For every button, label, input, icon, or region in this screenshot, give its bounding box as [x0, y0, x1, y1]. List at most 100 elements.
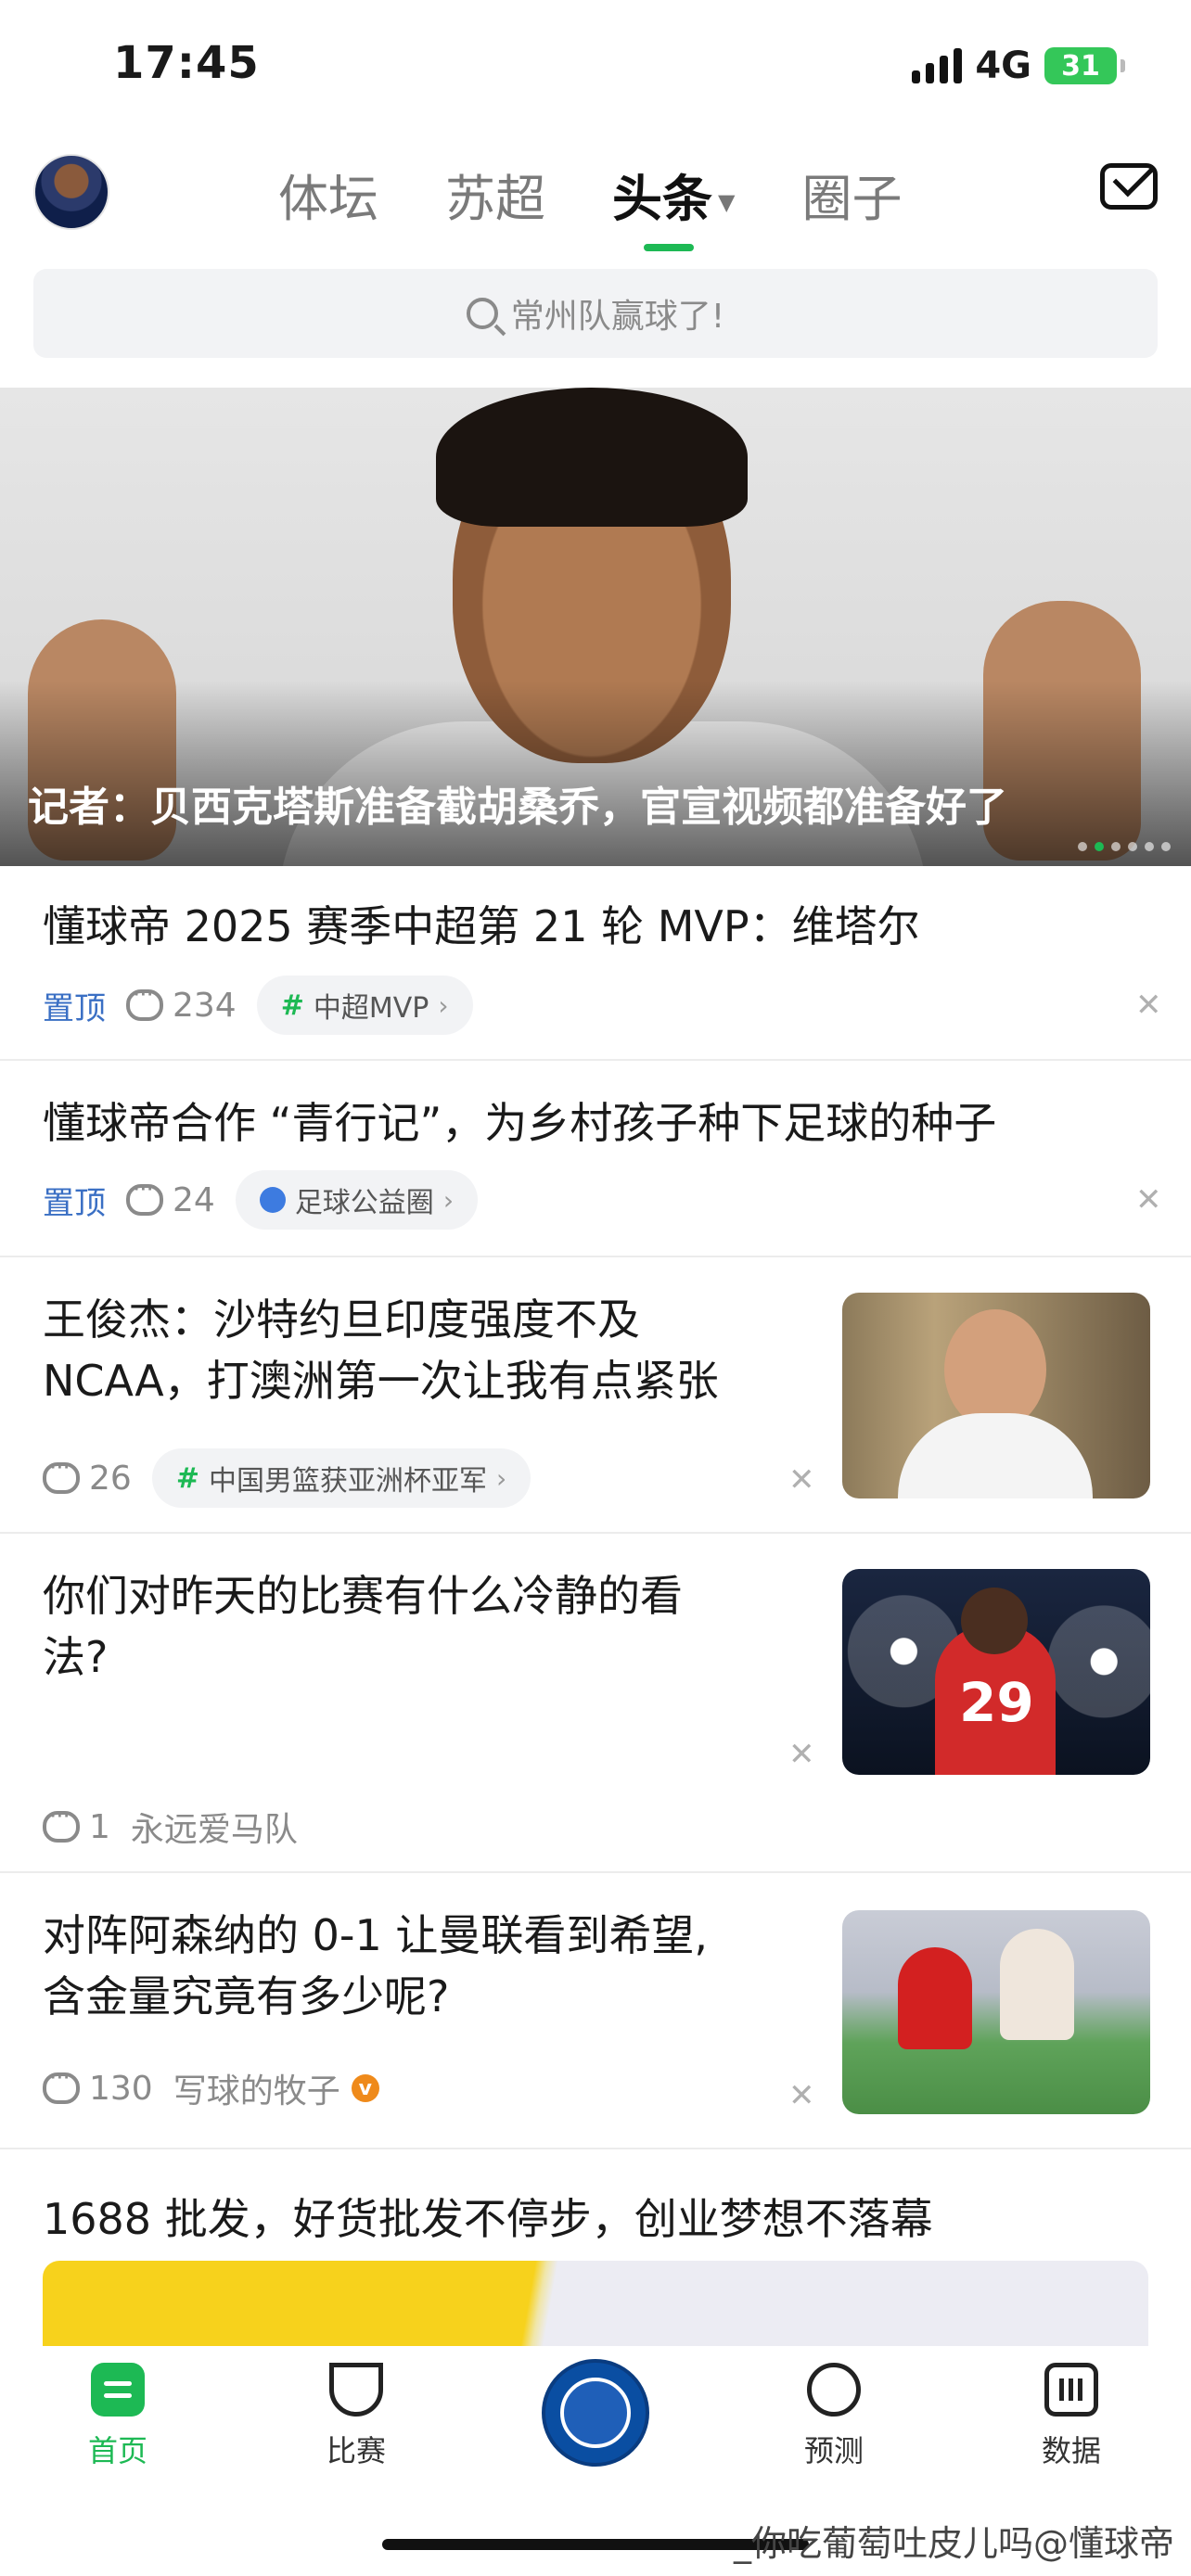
- banner-caption: 记者：贝西克塔斯准备截胡桑乔，官宣视频都准备好了: [28, 784, 1007, 831]
- carousel-dot[interactable]: [1078, 842, 1087, 851]
- planet-icon: [807, 2363, 861, 2417]
- topic-chip-label: 足球公益圈: [294, 1187, 434, 1219]
- search-placeholder: 常州队赢球了!: [510, 298, 725, 336]
- feed-item-title: 王俊杰：沙特约旦印度强度不及 NCAA，打澳洲第一次让我有点紧张: [43, 1289, 822, 1411]
- watermark: _你吃葡萄吐皮儿吗@懂球帝: [733, 2523, 1174, 2564]
- comment-count[interactable]: 130: [43, 2064, 153, 2108]
- ad-banner-image[interactable]: [43, 2261, 1148, 2346]
- comment-count-value: 1: [89, 1807, 110, 1846]
- feed-item[interactable]: 王俊杰：沙特约旦印度强度不及 NCAA，打澳洲第一次让我有点紧张 26 # 中国男…: [0, 1257, 1191, 1532]
- circle-group-icon: [259, 1187, 286, 1213]
- feed-item-meta: 置顶 234 # 中超MVP ›: [43, 976, 473, 1035]
- chevron-right-icon: ›: [438, 989, 449, 1021]
- dismiss-icon[interactable]: ✕: [788, 1736, 815, 1773]
- mail-icon[interactable]: [1100, 163, 1158, 210]
- dismiss-icon[interactable]: ✕: [788, 2077, 815, 2114]
- comment-count-value: 24: [173, 1180, 215, 1219]
- comment-count[interactable]: 1: [43, 1803, 110, 1846]
- nav-label: 数据: [1041, 2433, 1101, 2468]
- topic-chip[interactable]: 足球公益圈 ›: [235, 1170, 479, 1230]
- nav-home[interactable]: 首页: [53, 2363, 183, 2470]
- pinned-label: 置顶: [43, 1184, 106, 1222]
- feed-item-meta: 1 永远爱马队: [43, 1803, 298, 1851]
- feed-item-thumbnail[interactable]: [842, 1293, 1150, 1498]
- feed-item-ad[interactable]: 1688 批发，好货批发不停步，创业梦想不落幕: [0, 2149, 1191, 2346]
- user-avatar[interactable]: [33, 154, 109, 230]
- dismiss-icon[interactable]: ✕: [1135, 1181, 1162, 1218]
- feed-item[interactable]: 懂球帝合作 “青行记”，为乡村孩子种下足球的种子 置顶 24 足球公益圈› ✕: [0, 1061, 1191, 1256]
- nav-data[interactable]: 数据: [1006, 2363, 1136, 2470]
- feed-item-title: 1688 批发，好货批发不停步，创业梦想不落幕: [43, 2194, 933, 2244]
- feed-item-title: 懂球帝 2025 赛季中超第 21 轮 MVP：维塔尔: [43, 901, 920, 951]
- feed-item-meta: 置顶 24 足球公益圈›: [43, 1170, 479, 1230]
- feed-item-title-line: 王俊杰：沙特约旦印度强度不及: [43, 1294, 640, 1345]
- carousel-dot[interactable]: [1145, 842, 1154, 851]
- comment-count-value: 130: [89, 2069, 153, 2108]
- chevron-right-icon: ›: [495, 1462, 507, 1494]
- comment-icon: [126, 1176, 163, 1216]
- tab-quanzi[interactable]: 圈子: [801, 158, 902, 231]
- tab-toutiao[interactable]: 头条 ▼: [612, 158, 735, 251]
- feed-item-title: 对阵阿森纳的 0-1 让曼联看到希望, 含金量究竟有多少呢?: [43, 1905, 822, 2027]
- feed-item-meta: 130 写球的牧子 v: [43, 2064, 379, 2112]
- carousel-dot[interactable]: [1111, 842, 1121, 851]
- battery-level: 31: [1061, 49, 1100, 83]
- nav-label: 预测: [803, 2433, 864, 2468]
- tab-tiyuan[interactable]: 体坛: [278, 158, 378, 231]
- feed-item-title: 懂球帝合作 “青行记”，为乡村孩子种下足球的种子: [43, 1098, 997, 1148]
- feed-item[interactable]: 对阵阿森纳的 0-1 让曼联看到希望, 含金量究竟有多少呢? 130 写球的牧子…: [0, 1873, 1191, 2148]
- author-name[interactable]: 永远爱马队: [131, 1803, 298, 1851]
- feed-item-thumbnail[interactable]: [842, 1910, 1150, 2114]
- chelsea-badge-icon[interactable]: [542, 2359, 649, 2467]
- search-input[interactable]: 常州队赢球了!: [33, 269, 1158, 358]
- nav-label: 比赛: [326, 2433, 386, 2468]
- tab-label: 苏超: [445, 170, 545, 228]
- nav-matches[interactable]: 比赛: [291, 2363, 421, 2470]
- author-name[interactable]: 写球的牧子: [173, 2064, 340, 2112]
- topic-chip[interactable]: # 中超MVP ›: [256, 976, 473, 1035]
- tab-suchao[interactable]: 苏超: [445, 158, 545, 231]
- comment-icon: [43, 2064, 80, 2104]
- feed-item[interactable]: 懂球帝 2025 赛季中超第 21 轮 MVP：维塔尔 置顶 234 # 中超MV…: [0, 866, 1191, 1061]
- comment-icon: [43, 1454, 80, 1494]
- feed-item[interactable]: 你们对昨天的比赛有什么冷静的看 法? ✕ 29 1 永远爱马队: [0, 1534, 1191, 1871]
- feed-item-title: 你们对昨天的比赛有什么冷静的看 法?: [43, 1565, 822, 1688]
- top-tabs: 体坛 苏超 头条 ▼ 圈子: [278, 158, 902, 251]
- comment-count-value: 234: [173, 986, 237, 1025]
- hash-icon: #: [280, 988, 304, 1022]
- home-icon: [91, 2363, 145, 2417]
- topic-chip[interactable]: # 中国男篮获亚洲杯亚军 ›: [151, 1448, 531, 1508]
- status-time: 17:45: [113, 37, 260, 89]
- caret-down-icon[interactable]: ▼: [718, 189, 735, 215]
- comment-count[interactable]: 24: [126, 1176, 215, 1219]
- feed-item-thumbnail[interactable]: 29: [842, 1569, 1150, 1775]
- carousel-dot[interactable]: [1128, 842, 1137, 851]
- chart-icon: [1044, 2363, 1098, 2417]
- nav-predict[interactable]: 预测: [769, 2363, 899, 2470]
- tab-label: 头条: [612, 170, 712, 228]
- carousel-dot[interactable]: [1161, 842, 1171, 851]
- comment-icon: [43, 1803, 80, 1843]
- carousel-dot-active[interactable]: [1095, 842, 1104, 851]
- feed-item-title-line: NCAA，打澳洲第一次让我有点紧张: [43, 1356, 719, 1406]
- tab-active-indicator: [644, 244, 694, 251]
- banner-image: [436, 388, 748, 527]
- feed-item-title-line: 你们对昨天的比赛有什么冷静的看: [43, 1571, 683, 1621]
- hash-icon: #: [175, 1461, 199, 1495]
- comment-count[interactable]: 26: [43, 1454, 132, 1498]
- status-indicators: 4G 31: [912, 45, 1125, 87]
- comment-count[interactable]: 234: [126, 981, 237, 1025]
- verified-badge-icon: v: [351, 2074, 379, 2102]
- feed-item-title-line: 对阵阿森纳的 0-1 让曼联看到希望,: [43, 1910, 708, 1960]
- jersey-number: 29: [959, 1671, 1034, 1734]
- headline-banner[interactable]: 记者：贝西克塔斯准备截胡桑乔，官宣视频都准备好了: [0, 388, 1191, 866]
- pinned-label: 置顶: [43, 989, 106, 1027]
- topic-chip-label: 中国男篮获亚洲杯亚军: [208, 1465, 487, 1498]
- comment-icon: [126, 981, 163, 1021]
- feed-item-title-line: 法?: [43, 1632, 109, 1682]
- trophy-icon: [329, 2363, 383, 2417]
- dismiss-icon[interactable]: ✕: [788, 1461, 815, 1498]
- feed-item-title-line: 含金量究竟有多少呢?: [43, 1971, 450, 2021]
- comment-count-value: 26: [89, 1459, 132, 1498]
- dismiss-icon[interactable]: ✕: [1135, 987, 1162, 1024]
